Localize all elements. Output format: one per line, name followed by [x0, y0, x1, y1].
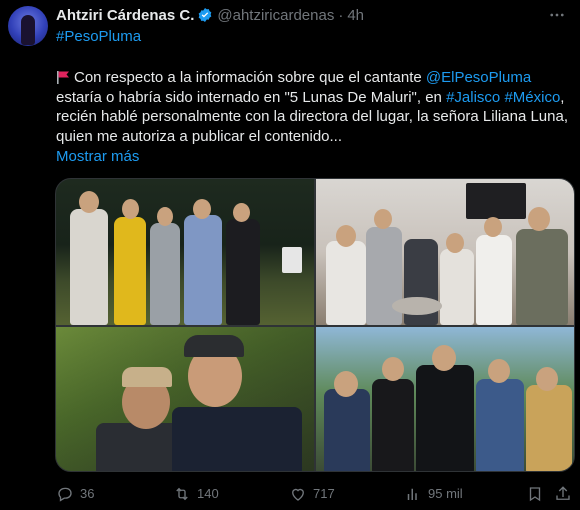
- hashtag-mexico[interactable]: #México: [504, 89, 560, 106]
- hashtag-link[interactable]: #PesoPluma: [56, 28, 141, 45]
- like-count: 717: [313, 486, 335, 501]
- text-part: estaría o habría sido internado en "5 Lu…: [56, 88, 447, 106]
- tweet-header: Ahtziri Cárdenas C. @ahtziricardenas · 4…: [56, 5, 364, 25]
- text-part: Con respecto a la información sobre que …: [74, 69, 426, 86]
- show-more-link[interactable]: Mostrar más: [56, 148, 139, 165]
- share-button[interactable]: [554, 484, 578, 504]
- views-count: 95 mil: [428, 486, 463, 501]
- repost-icon: [176, 487, 188, 501]
- photo-selfie[interactable]: [56, 327, 314, 471]
- views-button[interactable]: 95 mil: [404, 484, 463, 504]
- reply-icon: [58, 487, 72, 502]
- mention-link[interactable]: @ElPesoPluma: [426, 69, 531, 86]
- more-icon[interactable]: [548, 6, 566, 28]
- hashtag-jalisco[interactable]: #Jalisco: [446, 89, 500, 106]
- repost-button[interactable]: 140: [173, 484, 219, 504]
- author-handle[interactable]: @ahtziricardenas: [217, 7, 334, 24]
- tweet-text: Con respecto a la información sobre que …: [56, 68, 571, 146]
- photo-group-outdoor[interactable]: [316, 327, 574, 471]
- action-bar: 36 140 717 95 mil: [56, 484, 572, 504]
- avatar[interactable]: [8, 6, 48, 46]
- photo-group-indoor[interactable]: [316, 179, 574, 325]
- tweet[interactable]: Ahtziri Cárdenas C. @ahtziricardenas · 4…: [0, 0, 580, 510]
- bookmark-button[interactable]: [526, 484, 550, 504]
- separator-dot: ·: [338, 6, 344, 24]
- verified-icon: [197, 7, 213, 23]
- share-icon: [556, 486, 570, 500]
- repost-count: 140: [197, 486, 219, 501]
- like-icon: [292, 488, 304, 501]
- timestamp[interactable]: 4h: [347, 7, 364, 24]
- photo-group-lawn[interactable]: [56, 179, 314, 325]
- media-grid[interactable]: [55, 178, 575, 472]
- author-name[interactable]: Ahtziri Cárdenas C.: [56, 7, 194, 24]
- reply-button[interactable]: 36: [56, 484, 94, 504]
- red-flag-icon: [56, 70, 70, 84]
- bookmark-icon: [529, 487, 541, 502]
- views-icon: [407, 488, 417, 500]
- like-button[interactable]: 717: [289, 484, 335, 504]
- reply-count: 36: [80, 486, 95, 501]
